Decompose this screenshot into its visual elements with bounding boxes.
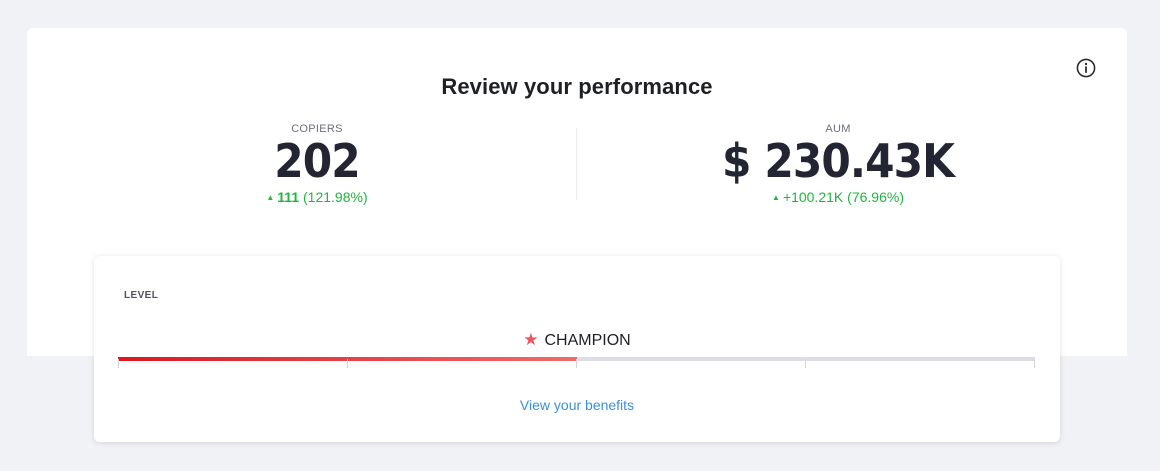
aum-stat: AUM $ 230.43K ▲ +100.21K (76.96%) [638,122,1038,207]
star-icon: ★ [523,330,539,349]
copiers-change-percent: (121.98%) [303,189,368,205]
stats-divider [576,128,577,200]
aum-value: $ 230.43K [721,134,955,188]
page-title: Review your performance [441,74,713,99]
copiers-change-absolute: 111 [277,189,300,205]
level-progress-tick [805,359,806,368]
level-name: ★ CHAMPION [94,330,1060,350]
level-progress-tick [576,359,577,368]
view-benefits-link[interactable]: View your benefits [94,397,1060,413]
level-progress-tick [118,359,119,368]
aum-change-absolute: +100.21K [782,189,844,205]
copiers-stat: COPIERS 202 ▲ 111 (121.98%) [117,122,517,207]
triangle-up-icon: ▲ [772,193,780,202]
triangle-up-icon: ▲ [266,193,275,202]
level-label: LEVEL [124,290,159,301]
copiers-change: ▲ 111 (121.98%) [117,188,517,207]
level-card: LEVEL ★ CHAMPION View your benefits [94,256,1060,442]
level-name-text: CHAMPION [544,332,631,349]
copiers-value: 202 [274,134,361,188]
level-progress-tick [1034,359,1035,368]
aum-change: ▲ +100.21K (76.96%) [638,188,1038,207]
aum-change-percent: (76.96%) [847,189,904,205]
level-progress-tick [347,359,348,368]
